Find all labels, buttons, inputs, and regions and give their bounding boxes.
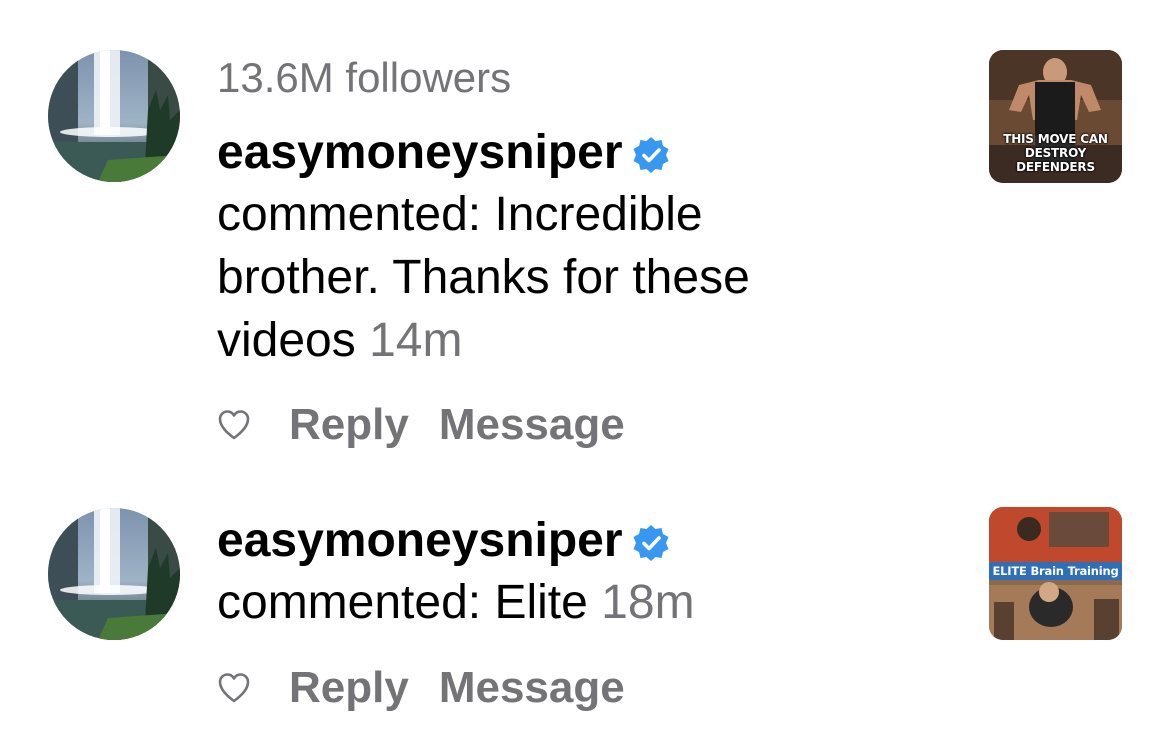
comment-text: commented: Elite 18m (217, 571, 837, 634)
comment-actions: Reply Message (217, 395, 655, 455)
username-text[interactable]: easymoneysniper (217, 513, 623, 569)
heart-outline-icon[interactable] (217, 671, 251, 705)
comment-body: commented: Incredible brother. Thanks fo… (217, 188, 750, 367)
verified-badge-icon (631, 135, 671, 175)
notification-item[interactable]: 13.6M followers easymoneysniper commente… (0, 0, 1170, 480)
waterfall-avatar-image (48, 508, 180, 640)
post-thumbnail[interactable]: THIS MOVE CAN DESTROY DEFENDERS (989, 50, 1122, 183)
comment-body: commented: Elite (217, 576, 588, 629)
follower-count: 13.6M followers (217, 54, 512, 101)
comment-text: commented: Incredible brother. Thanks fo… (217, 183, 837, 372)
timestamp: 18m (601, 576, 695, 629)
notification-item[interactable]: easymoneysniper commented: Elite 18m Rep… (0, 480, 1170, 747)
username-text[interactable]: easymoneysniper (217, 125, 623, 181)
waterfall-avatar-image (48, 50, 180, 182)
thumbnail-caption: THIS MOVE CAN DESTROY DEFENDERS (1003, 132, 1108, 174)
username[interactable]: easymoneysniper (217, 513, 671, 569)
message-button[interactable]: Message (439, 395, 625, 455)
avatar[interactable] (48, 50, 180, 182)
heart-outline-icon[interactable] (217, 408, 251, 442)
message-button[interactable]: Message (439, 658, 625, 718)
post-thumbnail[interactable]: ELITE Brain Training (989, 507, 1122, 640)
reply-button[interactable]: Reply (289, 658, 409, 718)
username[interactable]: easymoneysniper (217, 125, 671, 181)
reply-button[interactable]: Reply (289, 395, 409, 455)
verified-badge-icon (631, 523, 671, 563)
thumbnail-caption: ELITE Brain Training (989, 562, 1122, 580)
avatar[interactable] (48, 508, 180, 640)
timestamp: 14m (369, 314, 463, 367)
comment-actions: Reply Message (217, 658, 655, 718)
